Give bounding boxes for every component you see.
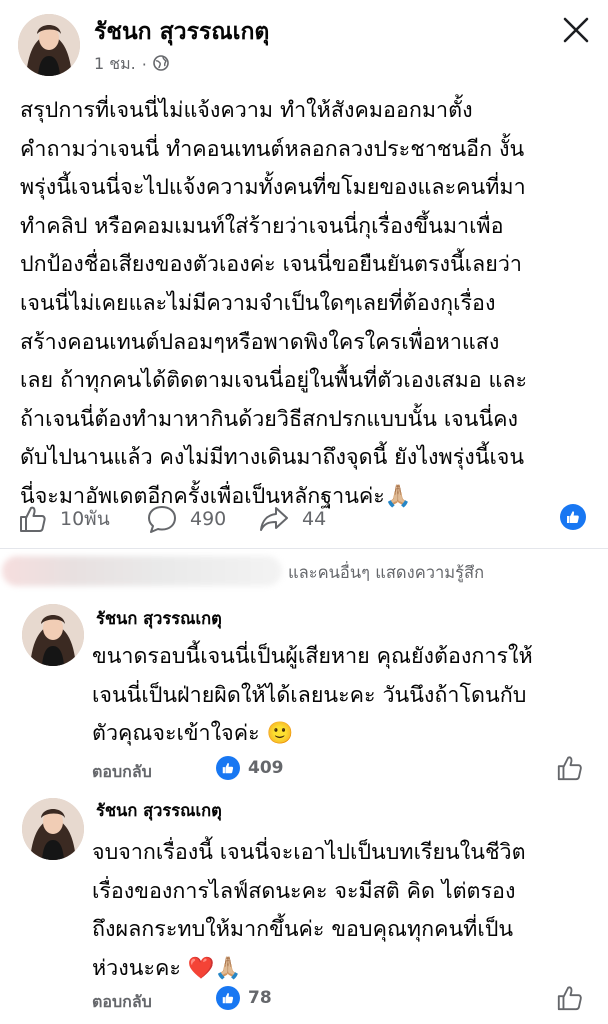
post-text: สรุปการที่เจนนี่ไม่แจ้งความ ทำให้สังคมออ… [20, 92, 590, 517]
comment-text: จบจากเรื่องนี้ เจนนี่จะเอาไปเป็นบทเรียนใ… [92, 834, 526, 988]
comment-text-line: ห่วงนะคะ ❤️🙏🏼 [92, 955, 242, 981]
meta-separator: · [141, 55, 147, 74]
section-divider [0, 548, 608, 549]
post-text-line: ถ้าเจนนี่ต้องทำมาหากินด้วยวิธีสกปรกแบบนั… [20, 406, 519, 432]
reply-button[interactable]: ตอบกลับ [92, 760, 152, 785]
comment-bubble-icon [148, 506, 176, 533]
comment-text-line: จบจากเรื่องนี้ เจนนี่จะเอาไปเป็นบทเรียนใ… [92, 840, 526, 865]
comment: รัชนก สุวรรณเกตุ จบจากเรื่องนี้ เจนนี่จะ… [0, 792, 608, 1018]
post-meta: 1 ชม. · [94, 52, 169, 77]
thumbs-up-icon [222, 763, 234, 774]
comment-author-name[interactable]: รัชนก สุวรรณเกตุ [96, 798, 222, 824]
post-text-line: สร้างคอนเทนต์ปลอมๆหรือพาดพิงใครใครเพื่อห… [20, 329, 500, 355]
comment-text-line: เจนนี่เป็นฝ่ายผิดให้ได้เลยนะคะ วันนึงถ้า… [92, 682, 527, 708]
reply-button[interactable]: ตอบกลับ [92, 990, 152, 1015]
post-text-line: พรุ่งนี้เจนนี่จะไปแจ้งความทั้งคนที่ขโมยข… [20, 175, 526, 201]
post-text-line: เจนนี่ไม่เคยและไม่มีความจำเป็นใดๆเลยที่ต… [20, 290, 496, 316]
thumbs-up-icon[interactable] [556, 984, 584, 1012]
reactors-text: และคนอื่นๆ แสดงความรู้สึก [288, 563, 485, 582]
share-count: 44 [302, 508, 327, 530]
like-reaction-badge [216, 986, 240, 1010]
post-text-line: ปกป้องชื่อเสียงของตัวเองค่ะ เจนนี่ขอยืนย… [20, 252, 522, 278]
comment-button[interactable]: 490 [146, 504, 226, 534]
reactors-summary[interactable]: และคนอื่นๆ แสดงความรู้สึก [0, 550, 608, 590]
post-text-line: สรุปการที่เจนนี่ไม่แจ้งความ ทำให้สังคมออ… [20, 98, 473, 123]
comment-reactions[interactable]: 409 [216, 756, 284, 780]
post-text-line: เลย ถ้าทุกคนได้ติดตามเจนนี่อยู่ในพื้นที่… [20, 368, 528, 394]
post-header: รัชนก สุวรรณเกตุ 1 ชม. · [0, 0, 608, 84]
comment-author-name[interactable]: รัชนก สุวรรณเกตุ [96, 606, 222, 632]
share-button[interactable]: 44 [258, 504, 326, 534]
comment-reactions[interactable]: 78 [216, 986, 272, 1010]
post-actions: 10พัน 490 44 [0, 498, 608, 544]
comment-text-line: ถึงผลกระทบให้มากขึ้นค่ะ ขอบคุณทุกคนที่เป… [92, 917, 514, 943]
share-arrow-icon [260, 507, 288, 531]
comment-text-line: ตัวคุณจะเข้าใจค่ะ 🙂 [92, 721, 294, 747]
close-icon [563, 17, 589, 43]
post-time[interactable]: 1 ชม. [94, 52, 136, 77]
comment-text-line: ขนาดรอบนี้เจนนี่เป็นผู้เสียหาย คุณยังต้อ… [92, 644, 533, 669]
post-text-line: ดับไปนานแล้ว คงไม่มีทางเดินมาถึงจุดนี้ ย… [20, 445, 525, 471]
comment-text: ขนาดรอบนี้เจนนี่เป็นผู้เสียหาย คุณยังต้อ… [92, 638, 533, 754]
author-name[interactable]: รัชนก สุวรรณเกตุ [94, 14, 269, 50]
thumbs-up-icon[interactable] [556, 754, 584, 782]
thumbs-up-icon [20, 506, 46, 532]
blurred-reactor-names [2, 556, 282, 586]
like-button[interactable]: 10พัน [18, 504, 110, 534]
post-text-line: ทำคลิป หรือคอมเมนท์ใส่ร้ายว่าเจนนี่กุเรื… [20, 213, 504, 239]
post-text-line: คำถามว่าเจนนี่ ทำคอนเทนต์หลอกลวงประชาชนอ… [20, 136, 525, 162]
like-count: 10พัน [60, 508, 110, 530]
thumbs-up-icon [222, 993, 234, 1004]
author-avatar[interactable] [18, 14, 80, 76]
comment-author-avatar[interactable] [22, 798, 84, 860]
thumbs-up-icon [567, 511, 579, 523]
globe-icon [153, 54, 169, 75]
comment-reaction-count: 78 [248, 988, 272, 1008]
comment-author-avatar[interactable] [22, 604, 84, 666]
close-button[interactable] [556, 10, 596, 50]
like-reaction-badge[interactable] [560, 504, 586, 530]
like-reaction-badge [216, 756, 240, 780]
comment: รัชนก สุวรรณเกตุ ขนาดรอบนี้เจนนี่เป็นผู้… [0, 598, 608, 788]
comment-reaction-count: 409 [248, 758, 284, 778]
comment-text-line: เรื่องของการไลฟ์สดนะคะ จะมีสติ คิด ไต่ตร… [92, 878, 516, 904]
comment-count: 490 [190, 508, 227, 530]
